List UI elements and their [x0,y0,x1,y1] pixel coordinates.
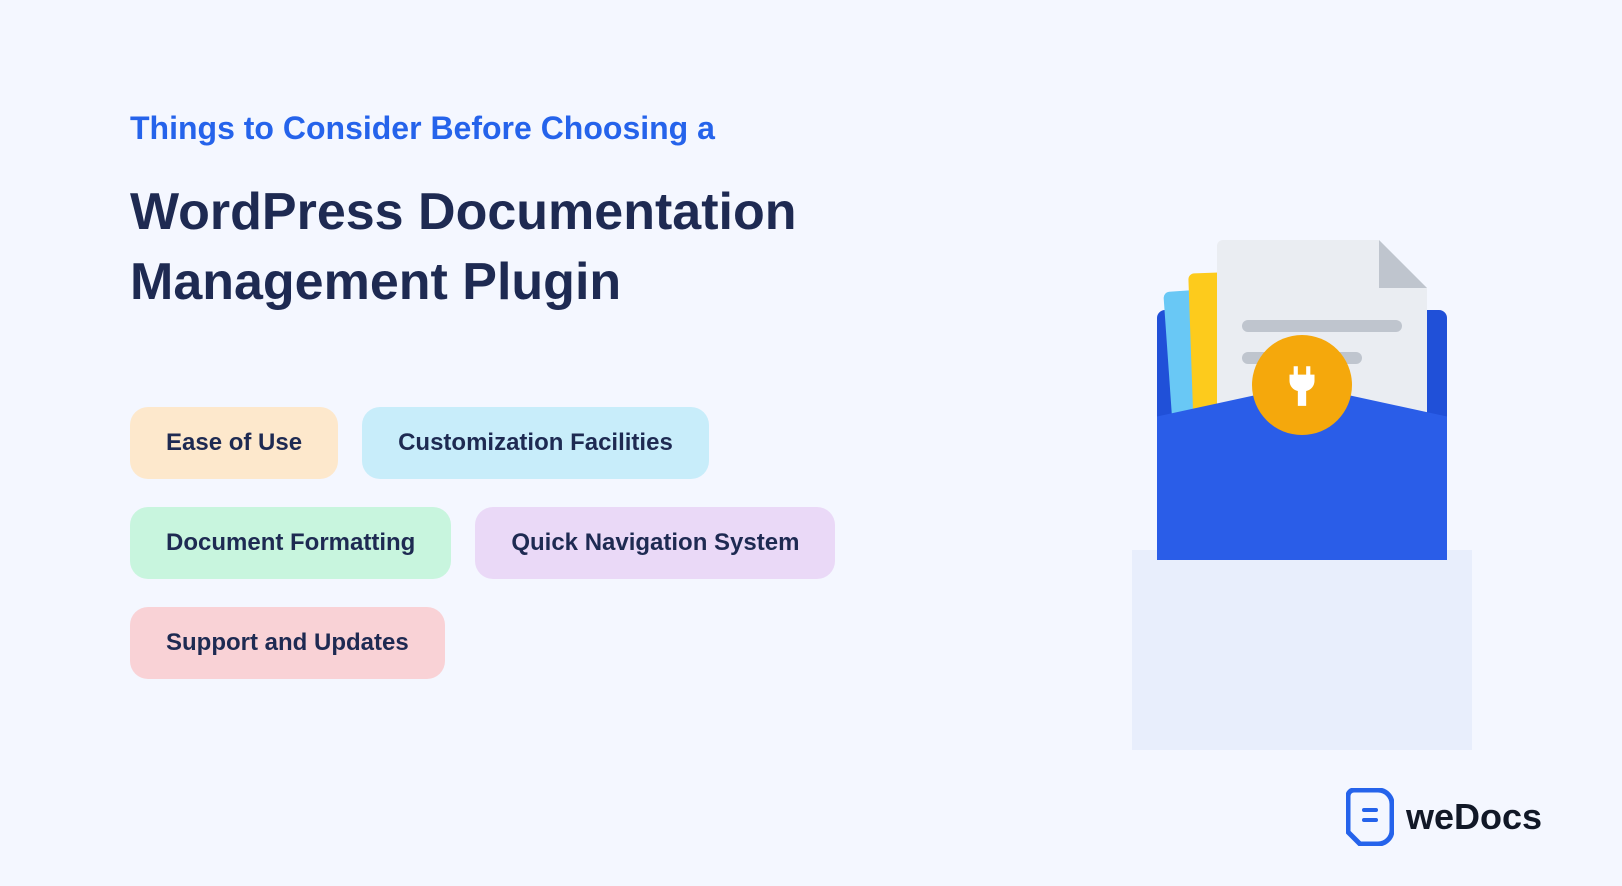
pill-navigation: Quick Navigation System [475,507,835,579]
pill-support: Support and Updates [130,607,445,679]
subtitle: Things to Consider Before Choosing a [130,110,1622,147]
brand-name: weDocs [1406,796,1542,838]
title-line-2: Management Plugin [130,253,621,311]
brand-logo: weDocs [1346,788,1542,846]
plug-badge [1252,335,1352,435]
pill-customization: Customization Facilities [362,407,709,479]
text-line [1242,320,1402,332]
plug-icon [1277,360,1327,410]
pill-formatting: Document Formatting [130,507,451,579]
pedestal-shape [1132,550,1472,750]
pill-ease-of-use: Ease of Use [130,407,338,479]
title-line-1: WordPress Documentation [130,183,796,241]
logo-icon [1346,788,1394,846]
folder-illustration [1112,250,1492,750]
